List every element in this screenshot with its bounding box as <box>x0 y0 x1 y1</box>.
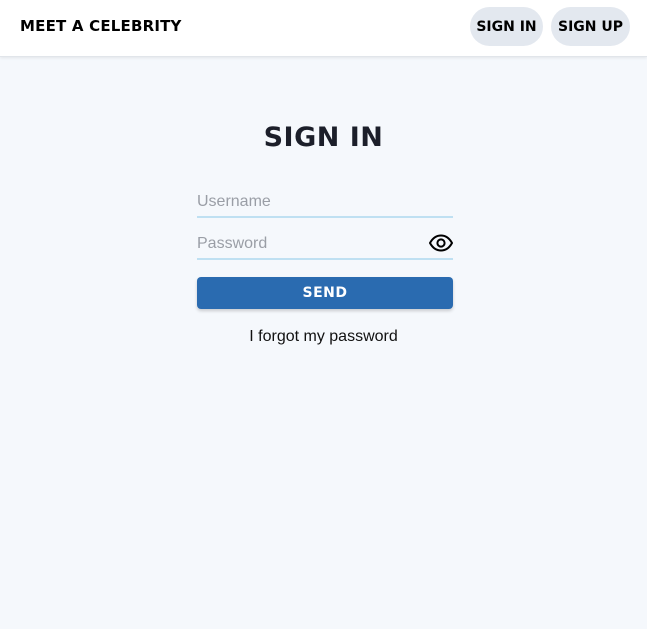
password-field-wrapper <box>197 230 454 260</box>
username-input[interactable] <box>197 188 453 216</box>
brand-logo-text[interactable]: MEET A CELEBRITY <box>20 17 182 35</box>
nav-sign-in-button[interactable]: SIGN IN <box>470 7 543 46</box>
password-input[interactable] <box>197 230 417 258</box>
page-title: SIGN IN <box>263 122 384 153</box>
send-button[interactable]: SEND <box>197 277 453 309</box>
top-navbar: MEET A CELEBRITY SIGN IN SIGN UP <box>0 0 647 57</box>
username-field-wrapper <box>197 188 453 218</box>
eye-icon[interactable] <box>428 231 454 255</box>
forgot-password-link[interactable]: I forgot my password <box>0 328 647 346</box>
nav-sign-up-button[interactable]: SIGN UP <box>551 7 630 46</box>
